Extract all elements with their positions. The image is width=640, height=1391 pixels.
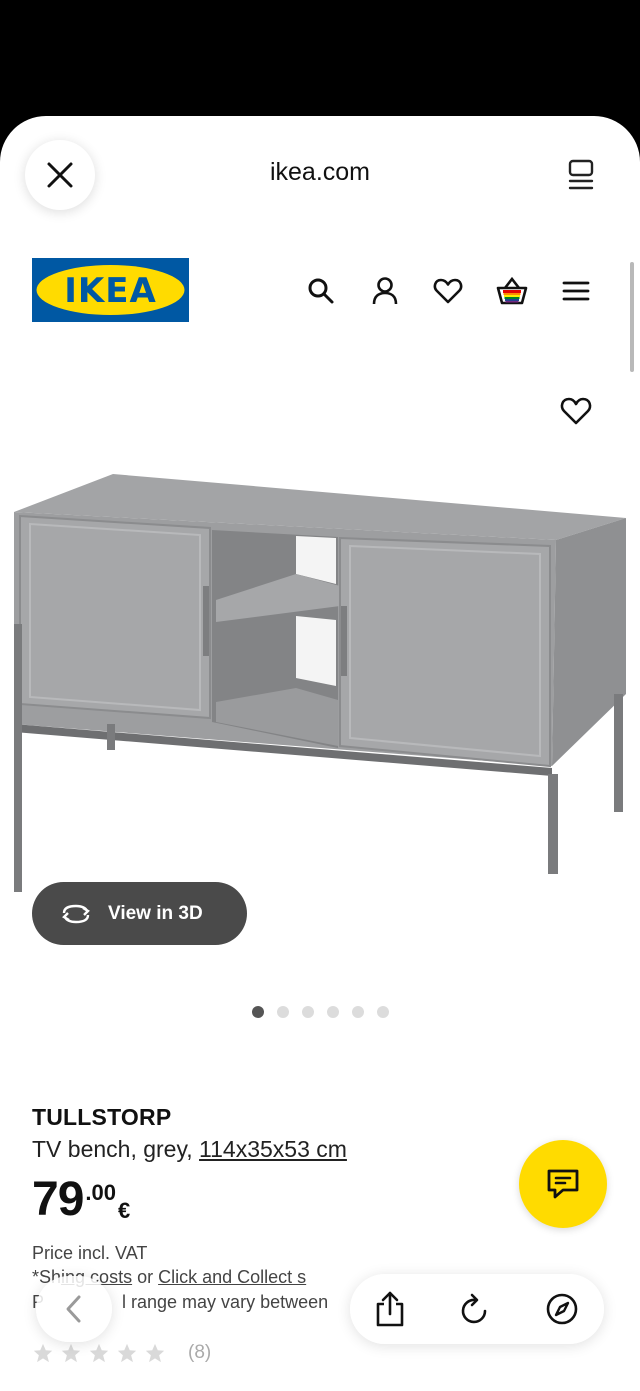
chat-icon bbox=[547, 1169, 579, 1199]
chevron-left-icon bbox=[66, 1295, 81, 1323]
save-to-list-button[interactable] bbox=[560, 396, 592, 426]
share-button[interactable] bbox=[370, 1289, 410, 1329]
carousel-dot[interactable] bbox=[326, 1006, 339, 1018]
product-dimensions-link[interactable]: 114x35x53 cm bbox=[199, 1136, 347, 1162]
page-scrollbar[interactable] bbox=[630, 262, 634, 372]
browser-sheet: ikea.com IKEA View in 3D TULLSTORP TV be… bbox=[0, 116, 640, 1391]
star-icon bbox=[33, 1343, 53, 1363]
price-decimal: .00 bbox=[85, 1180, 116, 1205]
view-in-3d-label: View in 3D bbox=[108, 902, 203, 924]
person-icon bbox=[372, 277, 398, 305]
rotate-3d-icon bbox=[62, 904, 90, 923]
click-and-collect-link[interactable]: Click and Collect s bbox=[158, 1267, 306, 1287]
basket-icon bbox=[496, 276, 528, 305]
price-currency: € bbox=[117, 1198, 131, 1223]
reload-button[interactable] bbox=[455, 1289, 495, 1329]
carousel-dot[interactable] bbox=[251, 1006, 264, 1018]
account-button[interactable] bbox=[368, 274, 402, 308]
basket-button[interactable] bbox=[495, 274, 529, 308]
star-icon bbox=[61, 1343, 81, 1363]
reload-icon bbox=[461, 1293, 487, 1324]
carousel-dot[interactable] bbox=[301, 1006, 314, 1018]
star-icon bbox=[117, 1343, 137, 1363]
heart-icon bbox=[433, 278, 463, 304]
url-label[interactable]: ikea.com bbox=[0, 158, 640, 187]
product-image[interactable] bbox=[0, 456, 640, 916]
carousel-dot[interactable] bbox=[376, 1006, 389, 1018]
browser-toolbar bbox=[350, 1274, 604, 1344]
menu-button[interactable] bbox=[559, 274, 593, 308]
rating-count: (8) bbox=[188, 1342, 212, 1363]
search-icon bbox=[308, 278, 334, 304]
wishlist-button[interactable] bbox=[431, 274, 465, 308]
carousel-dot[interactable] bbox=[276, 1006, 289, 1018]
carousel-dot[interactable] bbox=[351, 1006, 364, 1018]
back-button[interactable] bbox=[36, 1276, 112, 1342]
tabs-button[interactable] bbox=[566, 158, 596, 192]
carousel-dots bbox=[0, 1006, 640, 1018]
view-in-3d-button[interactable]: View in 3D bbox=[32, 882, 247, 945]
chat-button[interactable] bbox=[519, 1140, 607, 1228]
star-icon bbox=[89, 1343, 109, 1363]
price-vat-note: Price incl. VAT bbox=[32, 1243, 148, 1263]
product-name: TULLSTORP bbox=[32, 1104, 172, 1130]
heart-icon bbox=[560, 397, 592, 425]
rating-stars[interactable]: (8) bbox=[32, 1342, 211, 1364]
price-integer: 79 bbox=[32, 1173, 84, 1226]
product-type: TV bench, grey, bbox=[32, 1136, 200, 1162]
compass-icon bbox=[546, 1293, 578, 1325]
share-icon bbox=[376, 1291, 404, 1327]
hamburger-menu-icon bbox=[562, 281, 590, 301]
product-description: TV bench, grey, 114x35x53 cm bbox=[32, 1136, 347, 1163]
tabs-icon bbox=[568, 159, 594, 190]
compass-button[interactable] bbox=[542, 1289, 582, 1329]
product-price: 79 .00 € bbox=[32, 1176, 130, 1224]
search-button[interactable] bbox=[304, 274, 338, 308]
star-icon bbox=[145, 1343, 165, 1363]
